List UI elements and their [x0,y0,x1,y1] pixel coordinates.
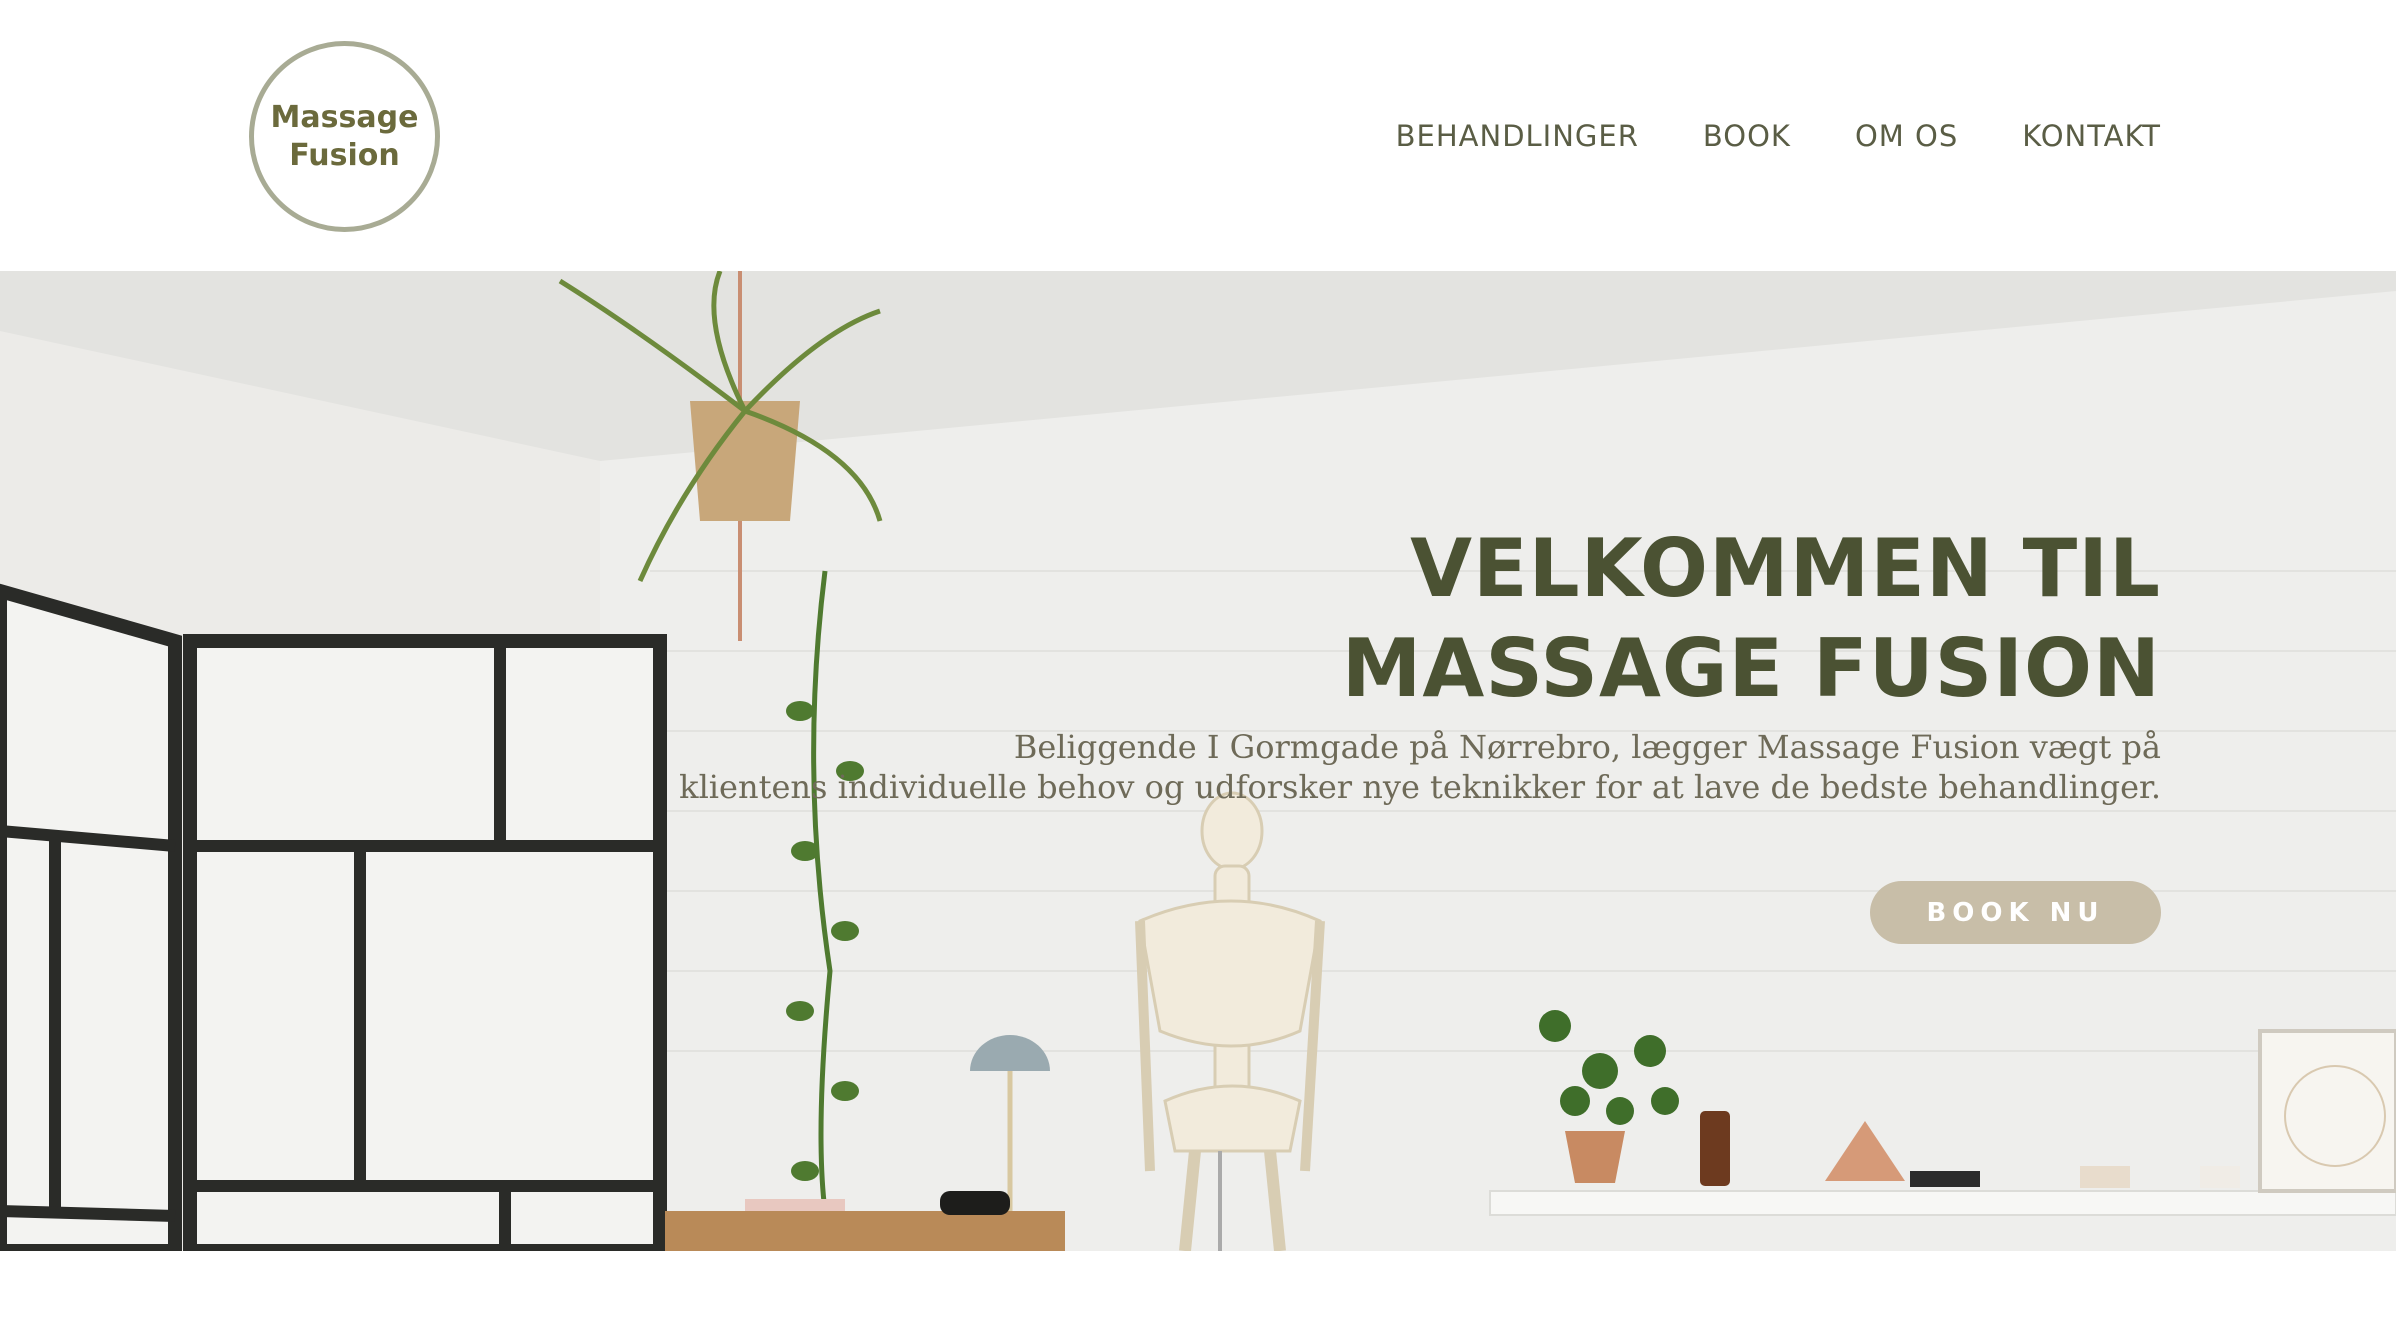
nav-item-kontakt[interactable]: KONTAKT [2022,119,2161,153]
logo-line-1: Massage [270,99,419,135]
hero-section: VELKOMMEN TIL MASSAGE FUSION Beliggende … [0,271,2396,1251]
logo[interactable]: Massage Fusion [249,41,440,232]
nav-item-book[interactable]: BOOK [1703,119,1791,153]
hero-subtitle: Beliggende I Gormgade på Nørrebro, lægge… [461,727,2161,807]
book-now-button[interactable]: BOOK NU [1870,881,2161,944]
hero-title-line-1: VELKOMMEN TIL [1410,522,2161,615]
hero-subtitle-line-2: klientens individuelle behov og udforske… [679,768,2161,806]
hero-title-line-2: MASSAGE FUSION [1341,622,2161,715]
hero-text-block: VELKOMMEN TIL MASSAGE FUSION Beliggende … [461,519,2161,807]
nav-item-behandlinger[interactable]: BEHANDLINGER [1396,119,1639,153]
hero-subtitle-line-1: Beliggende I Gormgade på Nørrebro, lægge… [1013,728,2161,766]
site-header: Massage Fusion BEHANDLINGER BOOK OM OS K… [0,0,2396,271]
main-nav: BEHANDLINGER BOOK OM OS KONTAKT [1332,114,2161,158]
hero-title: VELKOMMEN TIL MASSAGE FUSION [461,519,2161,719]
logo-line-2: Fusion [289,137,400,173]
nav-item-om-os[interactable]: OM OS [1855,119,1958,153]
page-bottom-space [0,1251,2396,1326]
